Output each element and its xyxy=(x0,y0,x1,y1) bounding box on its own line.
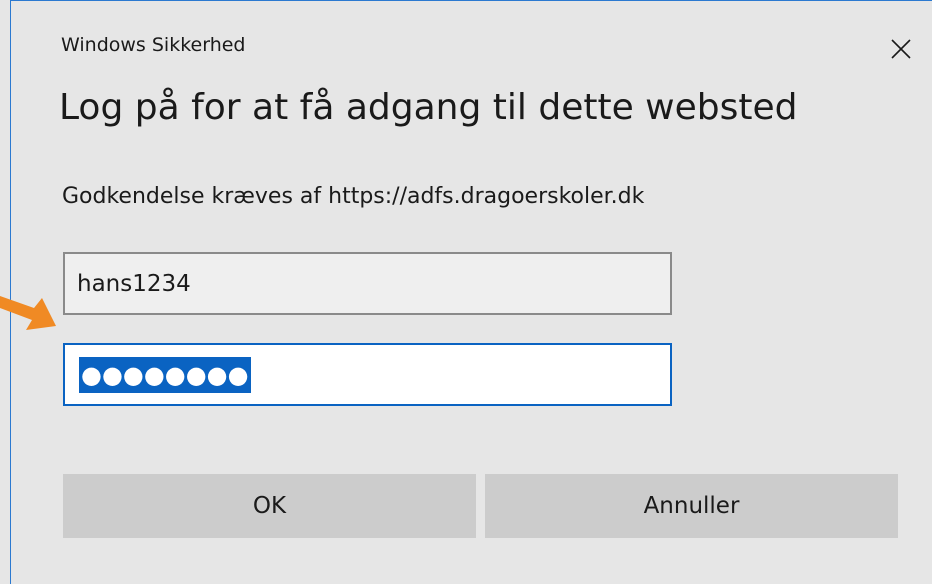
security-dialog: Windows Sikkerhed Log på for at få adgan… xyxy=(10,0,932,584)
dialog-heading: Log på for at få adgang til dette webste… xyxy=(59,87,798,128)
username-value: hans1234 xyxy=(77,270,191,297)
password-value: ●●●●●●●● xyxy=(79,356,251,393)
cancel-button[interactable]: Annuller xyxy=(485,474,898,538)
username-field[interactable]: hans1234 xyxy=(63,252,672,315)
password-field[interactable]: ●●●●●●●● xyxy=(63,343,672,406)
ok-button[interactable]: OK xyxy=(63,474,476,538)
close-button[interactable] xyxy=(881,29,921,69)
auth-required-message: Godkendelse kræves af https://adfs.drago… xyxy=(62,184,645,209)
close-icon xyxy=(891,39,911,59)
arrow-icon xyxy=(0,296,56,330)
window-title: Windows Sikkerhed xyxy=(61,34,246,56)
